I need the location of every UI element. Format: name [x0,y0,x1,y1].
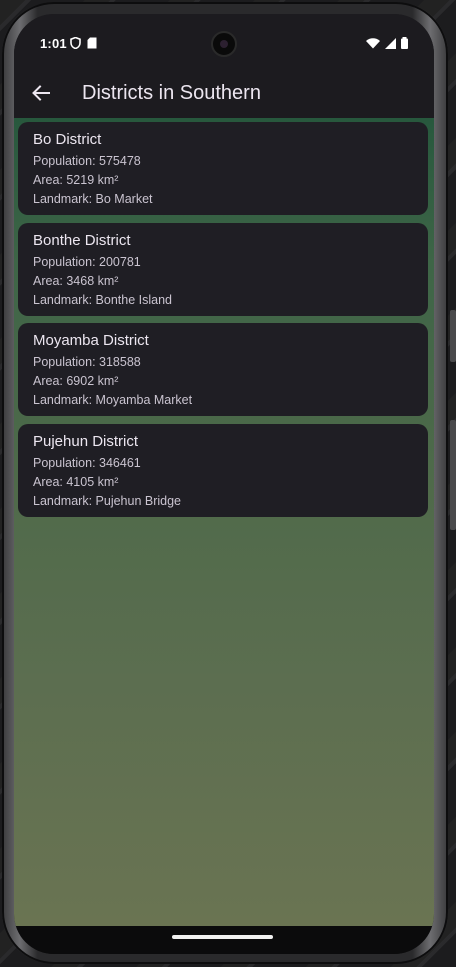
gesture-nav-bar [14,926,434,954]
status-bar: 1:01 [14,14,434,76]
cell-signal-icon [385,36,396,54]
power-button [450,420,456,530]
district-card-bonthe[interactable]: Bonthe District Population: 200781 Area:… [18,223,428,316]
district-area: Area: 6902 km² [33,374,119,388]
district-area: Area: 4105 km² [33,475,119,489]
district-population: Population: 200781 [33,255,141,269]
district-population: Population: 346461 [33,456,141,470]
back-button[interactable] [28,82,54,108]
sd-card-icon [87,36,97,54]
app-bar: Districts in Southern [14,76,434,118]
district-landmark: Landmark: Moyamba Market [33,393,193,407]
phone-screen: 1:01 Districts in Southern Bo District P… [14,14,434,954]
district-area: Area: 3468 km² [33,274,119,288]
district-population: Population: 575478 [33,154,141,168]
page-title: Districts in Southern [82,82,261,104]
district-population: Population: 318588 [33,355,141,369]
district-name: Bo District [33,131,102,148]
district-area: Area: 5219 km² [33,173,119,187]
home-handle[interactable] [172,935,273,939]
district-card-bo[interactable]: Bo District Population: 575478 Area: 521… [18,122,428,215]
status-icons-right [366,36,408,54]
district-name: Pujehun District [33,433,139,450]
status-time: 1:01 [40,36,67,51]
district-landmark: Landmark: Bonthe Island [33,293,172,307]
district-card-pujehun[interactable]: Pujehun District Population: 346461 Area… [18,424,428,517]
district-landmark: Landmark: Bo Market [33,192,153,206]
front-camera [211,31,237,57]
arrow-left-icon [32,84,50,106]
status-icons-left [70,36,97,54]
district-landmark: Landmark: Pujehun Bridge [33,494,182,508]
battery-icon [401,36,408,54]
district-card-moyamba[interactable]: Moyamba District Population: 318588 Area… [18,323,428,416]
volume-button [450,310,456,362]
district-name: Moyamba District [33,332,149,349]
wifi-icon [366,36,380,54]
shield-icon [70,36,81,54]
district-list: Bo District Population: 575478 Area: 521… [14,118,434,926]
district-name: Bonthe District [33,232,131,249]
